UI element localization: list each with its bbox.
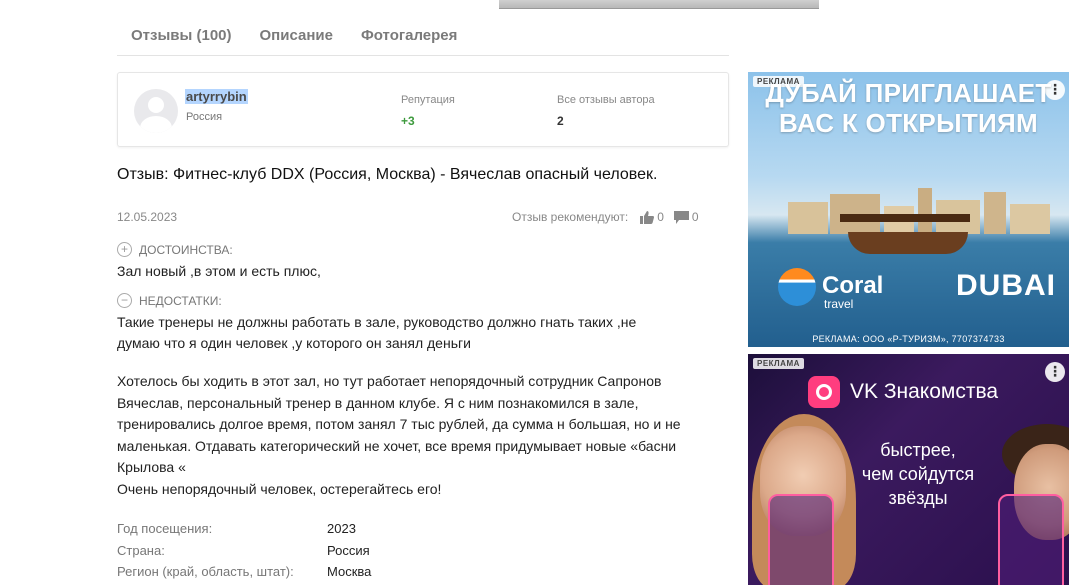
country-label: Страна: [117,543,165,558]
visit-year-label: Год посещения: [117,521,213,536]
plus-icon: + [117,242,132,257]
avatar-body-shape [140,116,172,133]
review-date: 12.05.2023 [117,210,178,224]
boat-roof-shape [840,214,970,222]
review-body: Хотелось бы ходить в этот зал, но тут ра… [117,371,681,500]
tab-reviews[interactable]: Отзывы (100) [117,24,246,55]
coral-brand: Coral [822,272,884,299]
reputation-label: Репутация [401,94,455,106]
coral-logo-icon [778,268,816,306]
reputation-value: +3 [401,114,415,128]
visit-year-value: 2023 [327,521,356,536]
cons-text: Такие тренеры не должны работать в зале,… [117,312,636,354]
cons-heading: − НЕДОСТАТКИ: [117,293,222,308]
body-line: маленькая. Отдавать категорический не хо… [117,437,677,454]
minus-icon: − [117,293,132,308]
vk-subtitle-line: быстрее, [880,440,956,460]
pros-heading: + ДОСТОИНСТВА: [117,242,233,257]
avatar[interactable] [134,89,178,133]
body-line: тренировались долгое время, потом занял … [117,416,681,432]
vk-ad-title: VK Знакомства [850,380,999,403]
ad-banner-dubai[interactable]: РЕКЛАМА ⋮ ДУБАЙ ПРИГЛАШАЕТ ВАС К ОТКРЫТИ… [748,72,1069,347]
recommend-label: Отзыв рекомендуют: [512,210,629,224]
review-tabs: Отзывы (100) Описание Фотогалерея [117,24,729,56]
cons-line: Такие тренеры не должны работать в зале,… [117,314,637,330]
country-value: Россия [327,543,370,558]
cons-label: НЕДОСТАТКИ: [139,293,222,308]
like-button[interactable]: 0 [640,210,664,224]
author-country: Россия [186,111,223,123]
body-line: Очень непорядочный человек, остерегайтес… [117,480,442,497]
ad-headline-line: ДУБАЙ ПРИГЛАШАЕТ [765,78,1052,108]
ad-footer: РЕКЛАМА: ООО «Р-ТУРИЗМ», 7707374733 [812,334,1005,344]
top-banner-strip [499,0,819,9]
comment-icon [673,210,689,224]
ad-banner-vk[interactable]: РЕКЛАМА ⋮ VK Знакомства быстрее, чем сой… [748,354,1069,585]
all-reviews-link[interactable]: Все отзывы автора [557,94,655,106]
avatar-head-shape [148,97,164,113]
author-card: artyrrybin Россия Репутация +3 Все отзыв… [117,72,729,147]
tab-description[interactable]: Описание [246,24,347,55]
cons-line: думаю что я один человек ,у которого он … [117,335,471,351]
all-reviews-count[interactable]: 2 [557,114,564,128]
vk-ad-subtitle: быстрее, чем сойдутся звёзды [818,438,1018,510]
review-title: Отзыв: Фитнес-клуб DDX (Россия, Москва) … [117,166,658,183]
pros-label: ДОСТОИНСТВА: [139,242,233,257]
comment-count: 0 [691,210,699,224]
ad-headline: ДУБАЙ ПРИГЛАШАЕТ ВАС К ОТКРЫТИЯМ [748,78,1069,138]
city-skyline-graphic [788,188,1050,234]
author-name-link[interactable]: artyrrybin [185,89,248,104]
like-count: 0 [657,210,664,224]
thumbs-up-icon [640,210,655,224]
body-line: Вячеслав, персональный тренер в данном к… [117,394,639,411]
region-label: Регион (край, область, штат): [117,564,294,579]
pros-text: Зал новый ,в этом и есть плюс, [117,263,321,279]
tab-gallery[interactable]: Фотогалерея [347,24,471,55]
dubai-logo: DUBAI [956,269,1056,302]
boat-shape [848,232,968,254]
region-value: Москва [327,564,372,579]
vk-subtitle-line: звёзды [888,488,948,508]
vk-dating-logo-icon [808,376,840,408]
ad-label: РЕКЛАМА [753,358,804,369]
body-line: Хотелось бы ходить в этот зал, но тут ра… [117,373,662,389]
comments-button[interactable]: 0 [673,210,699,224]
vk-logo-ring [816,384,832,400]
coral-brand-sub: travel [824,297,854,311]
recommend-bar: Отзыв рекомендуют: 0 0 [512,210,709,224]
vk-subtitle-line: чем сойдутся [861,464,975,484]
more-options-icon[interactable]: ⋮ [1045,362,1065,382]
body-line: Крылова « [117,459,186,475]
ad-headline-line: ВАС К ОТКРЫТИЯМ [779,108,1038,138]
